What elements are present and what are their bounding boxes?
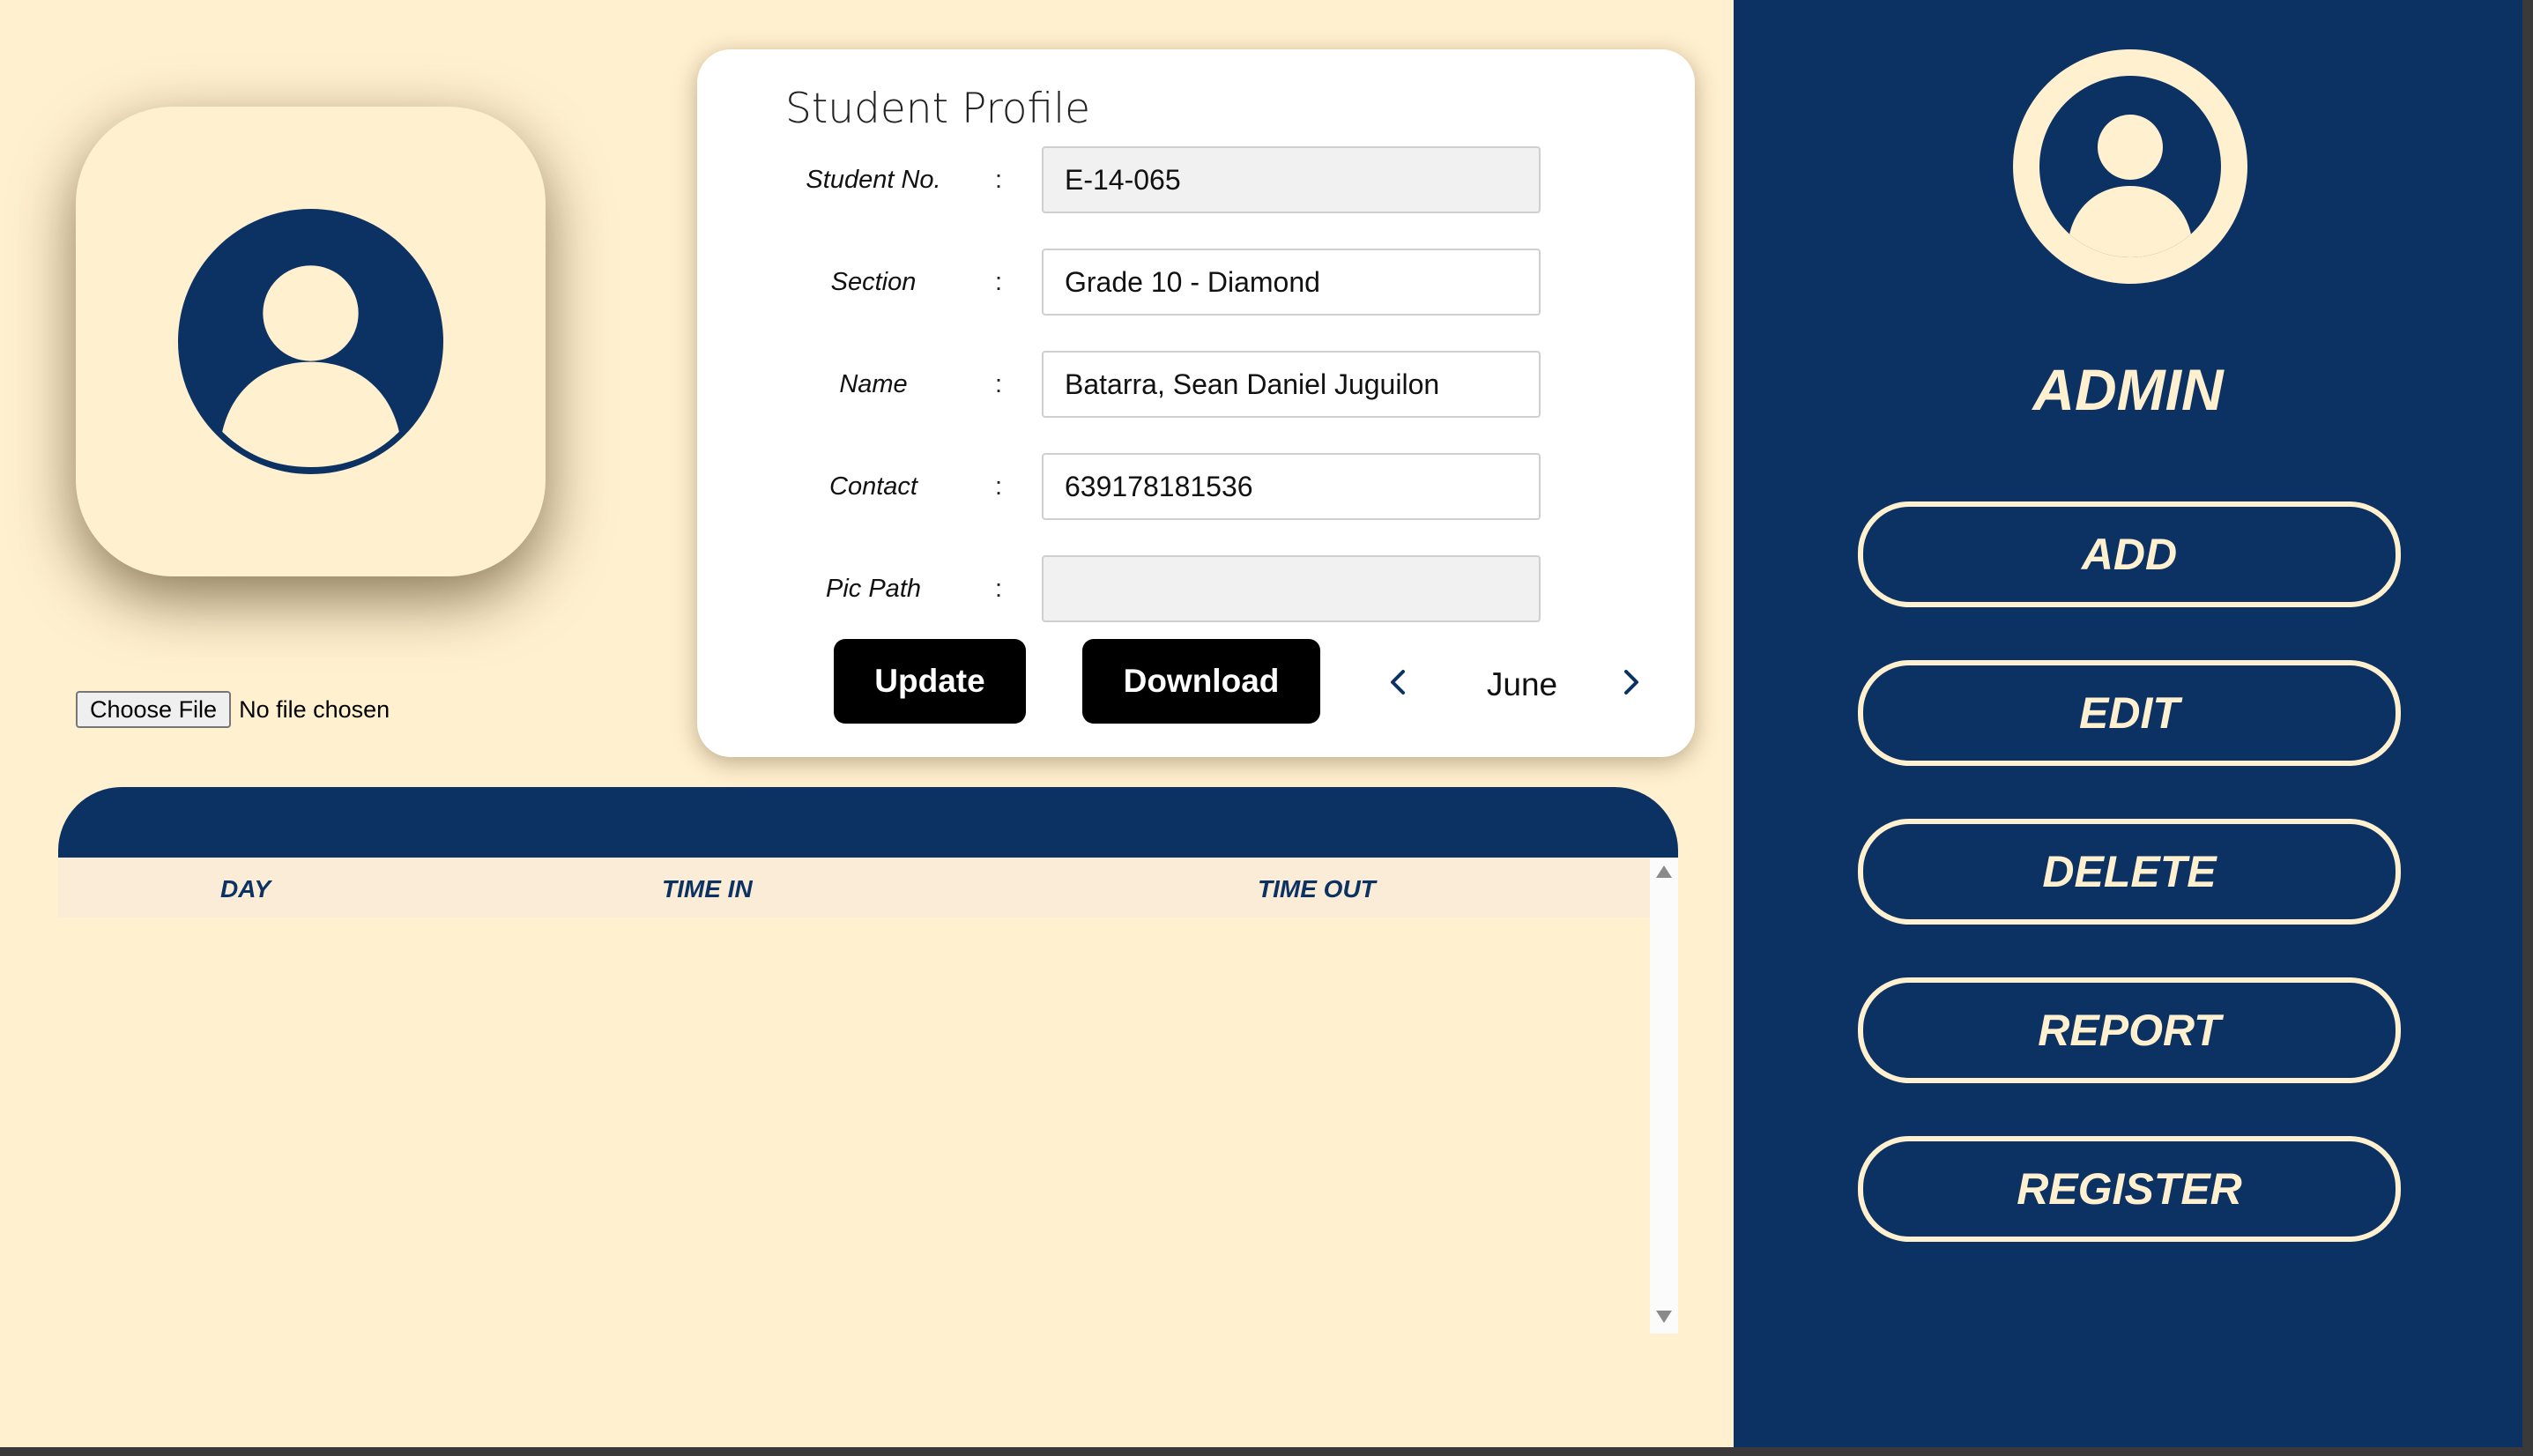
user-avatar-icon [178, 209, 443, 474]
user-avatar-icon [2013, 49, 2247, 284]
student-profile-card: Student Profile Student No. : Section : … [697, 49, 1695, 757]
field-colon: : [995, 268, 1003, 296]
admin-sidebar: ADMIN ADD EDIT DELETE REPORT REGISTER [1734, 0, 2522, 1447]
delete-button[interactable]: DELETE [1858, 819, 2401, 925]
page-title: Student Profile [785, 85, 1091, 133]
section-field[interactable] [1042, 249, 1541, 316]
role-label: ADMIN [2032, 357, 2224, 422]
field-row-name: Name : [697, 351, 1695, 418]
field-colon: : [995, 575, 1003, 603]
field-row-contact: Contact : [697, 453, 1695, 520]
field-colon: : [995, 472, 1003, 501]
file-status-text: No file chosen [239, 695, 390, 723]
pic-path-field[interactable] [1042, 555, 1541, 622]
table-header-bar [58, 787, 1678, 858]
profile-photo [76, 107, 546, 576]
file-upload: Choose File No file chosen [76, 691, 390, 728]
choose-file-button[interactable]: Choose File [76, 691, 232, 728]
column-header-day[interactable]: DAY [220, 875, 271, 903]
table-scrollbar[interactable] [1650, 858, 1678, 1333]
field-row-section: Section : [697, 249, 1695, 316]
add-button[interactable]: ADD [1858, 501, 2401, 607]
report-button[interactable]: REPORT [1858, 977, 2401, 1083]
month-selector: June [1381, 657, 1663, 710]
field-label: Pic Path [826, 575, 921, 603]
name-field[interactable] [1042, 351, 1541, 418]
field-row-student-no: Student No. : [697, 146, 1695, 213]
field-label: Section [830, 268, 917, 296]
scroll-up-icon[interactable] [1656, 865, 1672, 878]
app-window: Choose File No file chosen Student Profi… [0, 0, 2522, 1447]
update-button[interactable]: Update [834, 639, 1026, 724]
chevron-left-icon[interactable] [1381, 665, 1416, 700]
contact-field[interactable] [1042, 453, 1541, 520]
download-button[interactable]: Download [1082, 639, 1320, 724]
edit-button[interactable]: EDIT [1858, 660, 2401, 766]
field-label: Name [839, 370, 908, 398]
attendance-table: DAY TIME IN TIME OUT [58, 787, 1678, 1333]
student-no-field[interactable] [1042, 146, 1541, 213]
table-column-headers: DAY TIME IN TIME OUT [58, 858, 1650, 917]
register-button[interactable]: REGISTER [1858, 1136, 2401, 1242]
field-row-pic-path: Pic Path : [697, 555, 1695, 622]
column-header-time-in[interactable]: TIME IN [662, 875, 753, 903]
field-colon: : [995, 370, 1003, 398]
field-colon: : [995, 166, 1003, 194]
month-label: June [1486, 666, 1558, 702]
field-label: Contact [829, 472, 917, 501]
column-header-time-out[interactable]: TIME OUT [1258, 875, 1376, 903]
field-label: Student No. [806, 166, 941, 194]
scroll-down-icon[interactable] [1656, 1311, 1672, 1323]
chevron-right-icon[interactable] [1613, 665, 1648, 700]
